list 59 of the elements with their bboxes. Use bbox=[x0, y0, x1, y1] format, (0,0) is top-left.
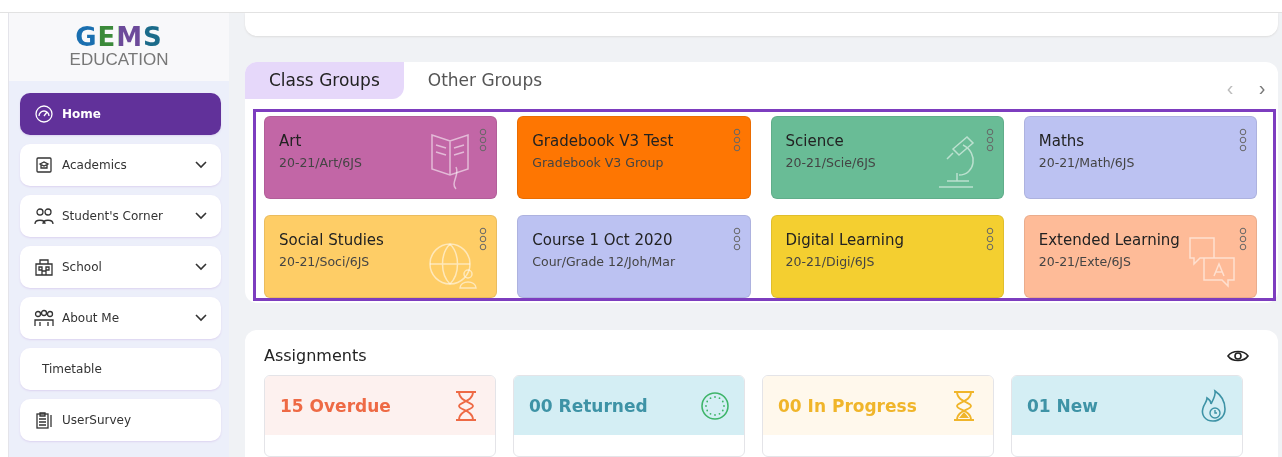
stat-label: 00 In Progress bbox=[778, 395, 917, 416]
card-code: 20-21/Soci/6JS bbox=[279, 253, 371, 269]
card-code: 20-21/Art/6JS bbox=[279, 154, 363, 170]
card-title: Gradebook V3 Test bbox=[532, 131, 675, 150]
group-card[interactable]: Digital Learning 20-21/Digi/6JS bbox=[770, 214, 1004, 298]
menu-item[interactable]: UserSurvey bbox=[20, 399, 221, 441]
menu-item[interactable]: Timetable bbox=[20, 348, 221, 390]
card-title: Maths bbox=[1038, 131, 1086, 150]
stat-label: 15 Overdue bbox=[280, 395, 391, 416]
card-title: Extended Learning bbox=[1038, 230, 1181, 249]
gauge-icon bbox=[34, 105, 54, 123]
menu-item[interactable]: School bbox=[20, 246, 221, 288]
card-code: 20-21/Digi/6JS bbox=[785, 253, 876, 269]
group-card[interactable]: Science 20-21/Scie/6JS bbox=[770, 115, 1004, 199]
building-icon bbox=[34, 258, 54, 276]
more-icon[interactable] bbox=[479, 127, 488, 152]
card-code: Cour/Grade 12/Joh/Mar bbox=[532, 253, 677, 269]
menu-item[interactable]: Academics bbox=[20, 144, 221, 186]
stat-label: 01 New bbox=[1027, 395, 1099, 416]
more-icon[interactable] bbox=[985, 226, 994, 251]
tab[interactable]: Class Groups bbox=[245, 61, 404, 99]
more-icon[interactable] bbox=[479, 226, 488, 251]
more-icon[interactable] bbox=[985, 127, 994, 152]
card-title: Science bbox=[785, 131, 845, 150]
menu-item[interactable]: Student's Corner bbox=[20, 195, 221, 237]
group-card[interactable]: Gradebook V3 Test Gradebook V3 Group bbox=[517, 115, 751, 199]
more-icon[interactable] bbox=[732, 127, 741, 152]
menu-item[interactable]: About Me bbox=[20, 297, 221, 339]
group-card[interactable]: Extended Learning 20-21/Exte/6JS bbox=[1023, 214, 1257, 298]
card-title: Course 1 Oct 2020 bbox=[532, 230, 674, 249]
group-card[interactable]: Art 20-21/Art/6JS bbox=[264, 115, 498, 199]
group-icon bbox=[34, 309, 54, 327]
chevron-icon bbox=[195, 161, 207, 169]
more-icon[interactable] bbox=[1239, 127, 1247, 152]
logo-text: EDUCATION bbox=[69, 50, 169, 70]
card-title: Art bbox=[279, 131, 303, 150]
group-card[interactable]: Social Studies 20-21/Soci/6JS bbox=[264, 214, 498, 298]
chevron-icon bbox=[195, 212, 207, 220]
more-icon[interactable] bbox=[732, 226, 741, 251]
menu-item[interactable]: Home bbox=[20, 93, 221, 135]
card-code: Gradebook V3 Group bbox=[532, 154, 665, 170]
card-code: 20-21/Math/6JS bbox=[1038, 154, 1136, 170]
tab[interactable]: Other Groups bbox=[403, 61, 567, 99]
book-icon bbox=[34, 156, 54, 174]
more-icon[interactable] bbox=[1239, 226, 1247, 251]
card-title: Social Studies bbox=[279, 230, 385, 249]
chevron-icon bbox=[195, 314, 207, 322]
section-title: Assignments bbox=[264, 346, 367, 365]
clipboard-icon bbox=[34, 411, 54, 429]
stat-label: 00 Returned bbox=[529, 395, 648, 416]
next-button[interactable]: › bbox=[1246, 76, 1278, 101]
group-card[interactable]: Course 1 Oct 2020 Cour/Grade 12/Joh/Mar bbox=[517, 214, 751, 298]
card-code: 20-21/Scie/6JS bbox=[785, 154, 877, 170]
card-title: Digital Learning bbox=[785, 230, 906, 249]
eye-icon[interactable] bbox=[1227, 348, 1249, 363]
group-card[interactable]: Maths 20-21/Math/6JS bbox=[1023, 115, 1257, 199]
chevron-icon bbox=[195, 263, 207, 271]
card-code: 20-21/Exte/6JS bbox=[1038, 253, 1132, 269]
people-icon bbox=[34, 207, 54, 225]
